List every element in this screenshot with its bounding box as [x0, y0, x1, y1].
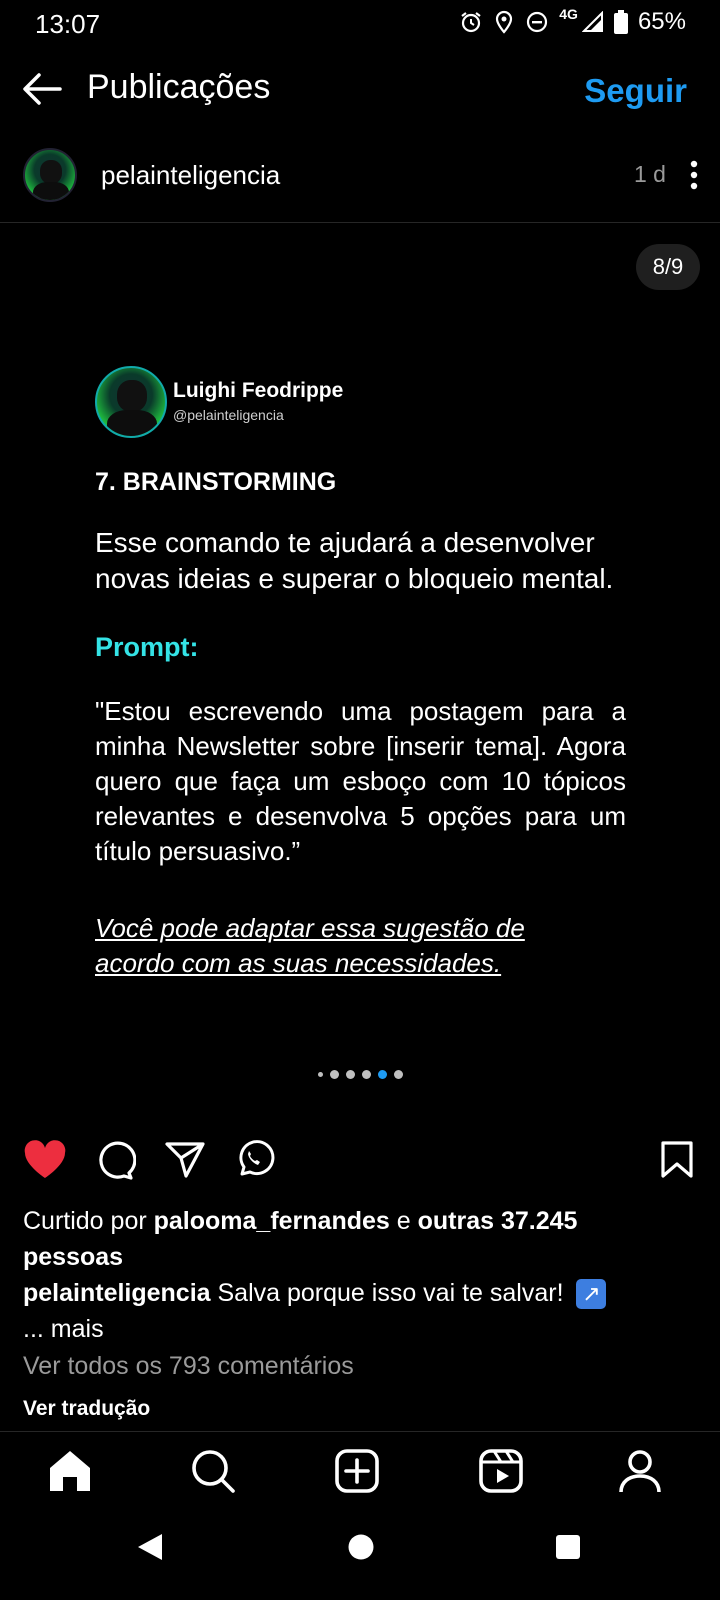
- page-title: Publicações: [87, 68, 271, 106]
- bookmark-icon[interactable]: [660, 1140, 694, 1180]
- status-bar: 13:07 4G 65%: [0, 0, 720, 48]
- system-home-icon[interactable]: [347, 1533, 375, 1561]
- post-header: pelainteligencia 1 d: [0, 142, 720, 212]
- do-not-disturb-icon: [527, 11, 548, 33]
- back-arrow-icon[interactable]: [22, 72, 62, 106]
- arrow-up-right-icon: ↗: [576, 1279, 607, 1310]
- more-options-icon[interactable]: [690, 160, 698, 190]
- slide-prompt-text: "Estou escrevendo uma postagem para a mi…: [95, 696, 626, 866]
- post-username[interactable]: pelainteligencia: [101, 160, 280, 191]
- search-icon[interactable]: [190, 1448, 236, 1494]
- divider: [0, 222, 720, 223]
- page-counter: 8/9: [636, 244, 700, 290]
- liked-by-user[interactable]: palooma_fernandes: [154, 1207, 390, 1235]
- carousel-dot: [329, 1070, 339, 1079]
- post-timestamp: 1 d: [634, 161, 666, 187]
- caption-more-link[interactable]: ... mais: [23, 1315, 104, 1343]
- carousel-dot: [345, 1070, 355, 1079]
- alarm-icon: [461, 12, 481, 33]
- slide-heading: 7. BRAINSTORMING: [95, 468, 337, 496]
- system-recents-icon[interactable]: [555, 1534, 581, 1560]
- signal-icon: [581, 11, 603, 32]
- post-caption: pelainteligencia Salva porque isso vai t…: [23, 1275, 683, 1347]
- location-icon: [496, 10, 513, 34]
- home-icon[interactable]: [47, 1448, 93, 1494]
- system-navigation: [0, 1530, 720, 1590]
- likes-summary: Curtido por palooma_fernandes e outras 3…: [23, 1203, 683, 1275]
- slide-author-avatar: [95, 366, 167, 438]
- battery-level: 65%: [637, 8, 686, 35]
- send-icon[interactable]: [164, 1140, 206, 1180]
- likes-prefix: Curtido por: [23, 1207, 154, 1235]
- action-bar: [0, 1140, 720, 1190]
- carousel-dot: [317, 1072, 323, 1077]
- carousel-dot: [361, 1070, 371, 1079]
- translate-link[interactable]: Ver tradução: [23, 1397, 150, 1421]
- carousel-dot: [393, 1070, 403, 1079]
- slide-prompt-label: Prompt:: [95, 632, 199, 662]
- slide-author-handle: @pelainteligencia: [173, 407, 284, 423]
- divider: [0, 1431, 720, 1432]
- system-back-icon[interactable]: [136, 1532, 164, 1562]
- reels-icon[interactable]: [478, 1448, 524, 1494]
- follow-button[interactable]: Seguir: [584, 72, 687, 110]
- slide-note: Você pode adaptar essa sugestão de acord…: [95, 913, 525, 978]
- likes-middle: e: [389, 1207, 418, 1235]
- avatar[interactable]: [23, 148, 77, 202]
- view-comments-link[interactable]: Ver todos os 793 comentários: [23, 1352, 354, 1381]
- new-post-icon[interactable]: [334, 1448, 380, 1494]
- whatsapp-icon[interactable]: [233, 1140, 275, 1180]
- battery-icon: [613, 10, 628, 34]
- carousel-dot-active: [377, 1070, 387, 1079]
- status-icons: 4G 65%: [459, 6, 686, 36]
- profile-icon[interactable]: [617, 1448, 663, 1494]
- network-type: 4G: [559, 6, 578, 22]
- slide-description: Esse comando te ajudará a desenvolver no…: [95, 527, 614, 594]
- caption-text: Salva porque isso vai te salvar!: [210, 1279, 571, 1307]
- carousel-indicator: [0, 1070, 720, 1079]
- app-header: Publicações Seguir: [0, 60, 720, 120]
- status-time: 13:07: [35, 9, 101, 39]
- slide-author-name: Luighi Feodrippe: [173, 379, 344, 402]
- bottom-navigation: [0, 1448, 720, 1508]
- heart-icon[interactable]: [23, 1140, 67, 1180]
- caption-username[interactable]: pelainteligencia: [23, 1279, 211, 1307]
- comment-icon[interactable]: [94, 1140, 136, 1180]
